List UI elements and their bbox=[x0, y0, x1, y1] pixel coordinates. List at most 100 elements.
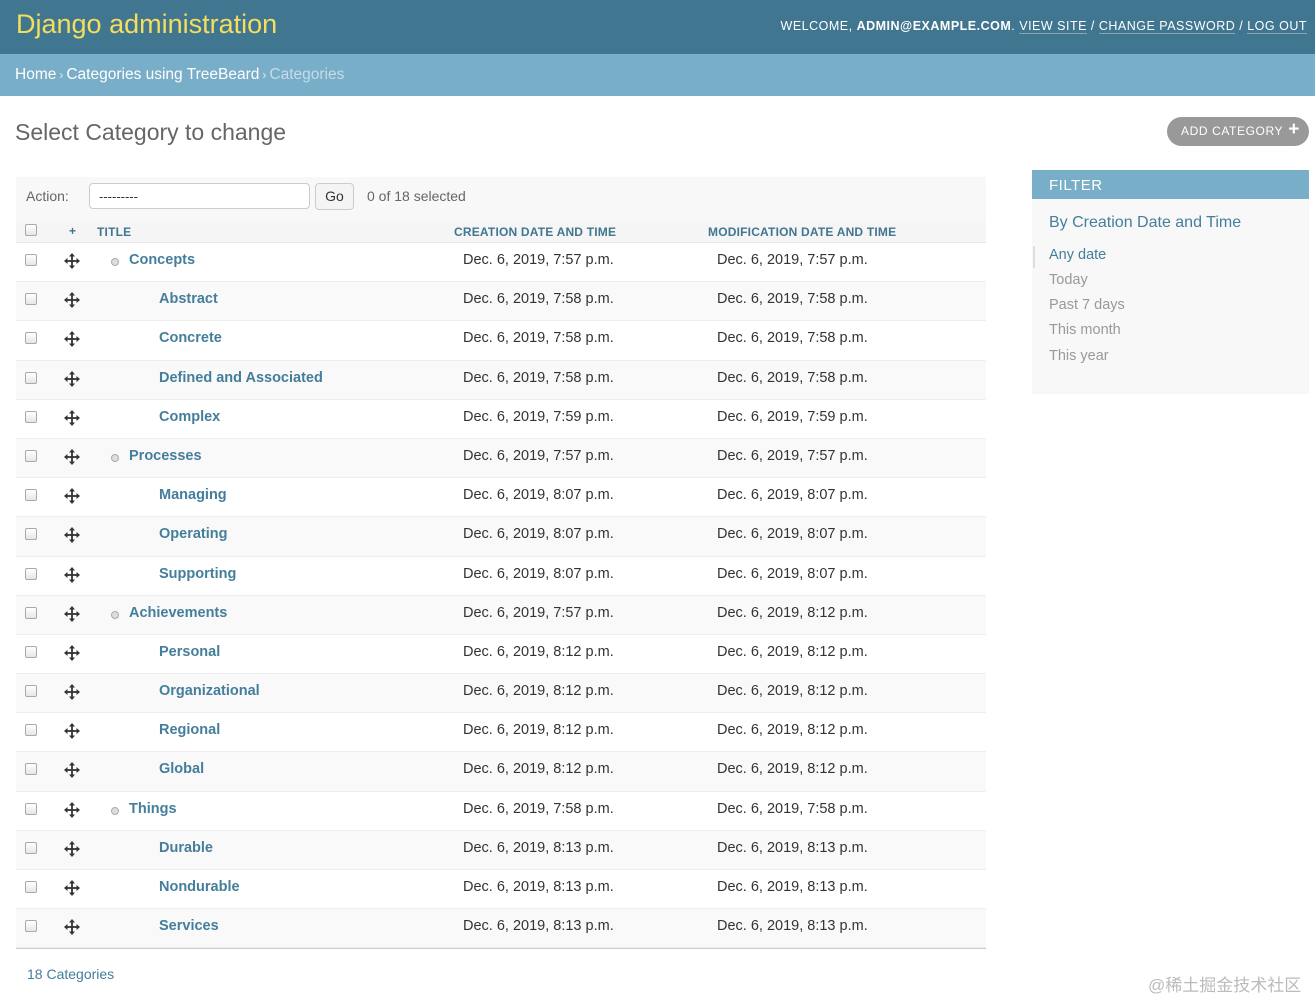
modification-date: Dec. 6, 2019, 7:58 p.m. bbox=[717, 800, 868, 817]
table-row: Nondurable Dec. 6, 2019, 8:13 p.m. Dec. 6,… bbox=[16, 870, 986, 910]
filter-option[interactable]: Today bbox=[1049, 272, 1088, 288]
category-title-link[interactable]: Regional bbox=[159, 722, 220, 738]
title-column-header[interactable]: TITLE bbox=[97, 225, 131, 239]
row-checkbox[interactable] bbox=[25, 724, 37, 737]
row-checkbox[interactable] bbox=[25, 567, 37, 580]
category-title-link[interactable]: Concepts bbox=[129, 252, 195, 268]
move-arrows-icon[interactable] bbox=[64, 919, 80, 936]
action-select[interactable]: --------- bbox=[89, 183, 310, 209]
tree-node-icon[interactable] bbox=[111, 610, 119, 619]
category-title-link[interactable]: Concrete bbox=[159, 330, 222, 346]
category-title-link[interactable]: Abstract bbox=[159, 291, 218, 307]
select-all-checkbox[interactable] bbox=[25, 224, 37, 236]
modified-column-header[interactable]: MODIFICATION DATE AND TIME bbox=[708, 225, 896, 239]
row-checkbox[interactable] bbox=[25, 645, 37, 658]
filter-option[interactable]: Any date bbox=[1049, 247, 1106, 263]
move-arrows-icon[interactable] bbox=[64, 253, 80, 269]
category-title-link[interactable]: Durable bbox=[159, 840, 213, 856]
move-arrows-icon[interactable] bbox=[64, 840, 80, 857]
move-arrows-icon[interactable] bbox=[64, 292, 80, 309]
move-arrows-icon[interactable] bbox=[64, 527, 80, 544]
modification-date: Dec. 6, 2019, 7:58 p.m. bbox=[717, 330, 868, 347]
row-checkbox[interactable] bbox=[25, 685, 37, 698]
move-arrows-icon[interactable] bbox=[64, 801, 80, 818]
row-checkbox[interactable] bbox=[25, 881, 37, 893]
move-arrows-icon[interactable] bbox=[64, 723, 80, 740]
row-checkbox[interactable] bbox=[25, 841, 37, 854]
category-title-link[interactable]: Defined and Associated bbox=[159, 370, 323, 386]
move-arrows-icon[interactable] bbox=[64, 409, 80, 426]
move-arrows-icon[interactable] bbox=[64, 644, 80, 661]
view-site-link[interactable]: VIEW SITE bbox=[1019, 19, 1087, 34]
category-title-link[interactable]: Managing bbox=[159, 487, 227, 503]
modification-date: Dec. 6, 2019, 8:07 p.m. bbox=[717, 565, 868, 582]
creation-date: Dec. 6, 2019, 8:12 p.m. bbox=[463, 761, 614, 778]
move-arrows-icon[interactable] bbox=[64, 605, 80, 622]
table-row: Managing Dec. 6, 2019, 8:07 p.m. Dec. 6, 2… bbox=[16, 478, 986, 518]
modification-date: Dec. 6, 2019, 8:13 p.m. bbox=[717, 879, 868, 895]
category-title-link[interactable]: Personal bbox=[159, 644, 220, 660]
selection-counter: 0 of 18 selected bbox=[367, 188, 466, 204]
row-checkbox[interactable] bbox=[25, 254, 37, 266]
welcome-text: WELCOME, bbox=[780, 19, 857, 33]
breadcrumb-home[interactable]: Home bbox=[15, 66, 56, 83]
filter-option[interactable]: Past 7 days bbox=[1049, 297, 1125, 313]
created-column-header[interactable]: CREATION DATE AND TIME bbox=[454, 225, 616, 239]
table-row: Achievements Dec. 6, 2019, 7:57 p.m. Dec. … bbox=[16, 595, 986, 635]
move-arrows-icon[interactable] bbox=[64, 370, 80, 387]
result-list: Concepts Dec. 6, 2019, 7:57 p.m. Dec. 6, 2… bbox=[16, 243, 986, 949]
row-checkbox[interactable] bbox=[25, 528, 37, 541]
category-title-link[interactable]: Processes bbox=[129, 448, 202, 464]
watermark: @稀土掘金技术社区 bbox=[1148, 976, 1302, 995]
tree-node-icon[interactable] bbox=[111, 453, 119, 462]
modification-date: Dec. 6, 2019, 7:58 p.m. bbox=[717, 291, 868, 308]
breadcrumb-app[interactable]: Categories using TreeBeard bbox=[66, 66, 259, 83]
filter-title: FILTER bbox=[1049, 177, 1103, 194]
breadcrumb-separator: › bbox=[59, 68, 64, 82]
category-title-link[interactable]: Complex bbox=[159, 409, 220, 425]
move-arrows-icon[interactable] bbox=[64, 331, 80, 348]
table-row: Things Dec. 6, 2019, 7:58 p.m. Dec. 6, 201… bbox=[16, 792, 986, 831]
go-button[interactable]: Go bbox=[315, 183, 354, 210]
table-row: Regional Dec. 6, 2019, 8:12 p.m. Dec. 6, 2… bbox=[16, 713, 986, 753]
category-title-link[interactable]: Nondurable bbox=[159, 879, 240, 895]
category-title-link[interactable]: Services bbox=[159, 918, 219, 934]
log-out-link[interactable]: LOG OUT bbox=[1247, 19, 1307, 34]
category-title-link[interactable]: Operating bbox=[159, 526, 227, 542]
filter-panel: FILTER By Creation Date and Time Any dat… bbox=[1032, 170, 1309, 394]
change-password-link[interactable]: CHANGE PASSWORD bbox=[1098, 19, 1236, 34]
row-checkbox[interactable] bbox=[25, 489, 37, 502]
category-title-link[interactable]: Things bbox=[129, 801, 177, 817]
move-arrows-icon[interactable] bbox=[64, 488, 80, 505]
table-header: + TITLE CREATION DATE AND TIME MODIFICAT… bbox=[16, 221, 986, 243]
category-title-link[interactable]: Supporting bbox=[159, 566, 236, 582]
row-checkbox[interactable] bbox=[25, 763, 37, 776]
move-arrows-icon[interactable] bbox=[64, 684, 80, 701]
creation-date: Dec. 6, 2019, 7:57 p.m. bbox=[463, 447, 614, 464]
add-category-button[interactable]: ADD CATEGORY + bbox=[1167, 117, 1309, 146]
row-checkbox[interactable] bbox=[25, 449, 37, 462]
breadcrumb-separator: › bbox=[262, 68, 267, 82]
filter-option[interactable]: This month bbox=[1049, 322, 1121, 338]
move-arrows-icon[interactable] bbox=[64, 448, 80, 465]
creation-date: Dec. 6, 2019, 7:58 p.m. bbox=[463, 330, 614, 347]
row-checkbox[interactable] bbox=[25, 410, 37, 423]
tree-node-icon[interactable] bbox=[111, 258, 119, 266]
row-checkbox[interactable] bbox=[25, 920, 37, 933]
row-checkbox[interactable] bbox=[25, 371, 37, 384]
move-arrows-icon[interactable] bbox=[64, 566, 80, 583]
table-row: Processes Dec. 6, 2019, 7:57 p.m. Dec. 6, … bbox=[16, 438, 986, 479]
move-arrows-icon[interactable] bbox=[64, 880, 80, 896]
site-branding[interactable]: Django administration bbox=[16, 9, 277, 40]
row-checkbox[interactable] bbox=[25, 332, 37, 345]
row-checkbox[interactable] bbox=[25, 293, 37, 306]
creation-date: Dec. 6, 2019, 7:57 p.m. bbox=[463, 604, 614, 621]
category-title-link[interactable]: Global bbox=[159, 761, 204, 777]
tree-node-icon[interactable] bbox=[111, 806, 119, 815]
row-checkbox[interactable] bbox=[25, 606, 37, 619]
row-checkbox[interactable] bbox=[25, 802, 37, 815]
category-title-link[interactable]: Organizational bbox=[159, 683, 260, 699]
move-arrows-icon[interactable] bbox=[64, 762, 80, 779]
category-title-link[interactable]: Achievements bbox=[129, 605, 227, 621]
filter-option[interactable]: This year bbox=[1049, 348, 1109, 364]
